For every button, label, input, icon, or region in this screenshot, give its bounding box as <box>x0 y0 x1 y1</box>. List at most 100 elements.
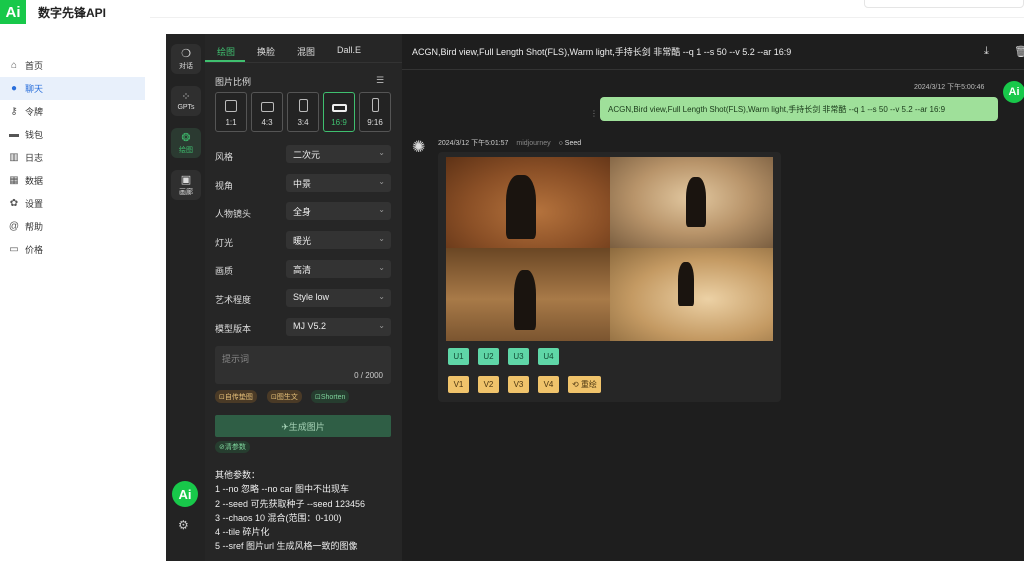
page-root: Ai 数字先锋API ⌂ 首页 ● 聊天 ⚷ 令牌 ▬ 钱包 ▥ 日志 ▦ 数据 ✿ 设置 @ 帮助 ▭ 价格 ❍… <box>0 0 1024 561</box>
u3-button[interactable]: U3 <box>508 348 529 365</box>
light-select[interactable]: 暖光 ⌄ <box>286 231 391 249</box>
chevron-down-icon: ⌄ <box>378 234 385 243</box>
ratio-4-3[interactable]: 4:3 <box>251 92 283 132</box>
help-line: 5 --sref 图片url 生成风格一致的图像 <box>215 541 358 552</box>
style-label: 风格 <box>215 152 234 162</box>
ratio-16-9[interactable]: 16:9 <box>323 92 355 132</box>
u2-button[interactable]: U2 <box>478 348 499 365</box>
prompt-placeholder: 提示词 <box>222 354 250 364</box>
clear-params-chip[interactable]: ⊘清参数 <box>215 441 250 453</box>
avatar[interactable]: Ai <box>172 481 198 507</box>
chevron-down-icon: ⌄ <box>378 263 385 272</box>
prompt-input[interactable]: 提示词 0 / 2000 <box>215 346 391 384</box>
generated-image-2[interactable] <box>610 157 773 248</box>
help-line: 3 --chaos 10 混合(范围：0-100) <box>215 512 342 523</box>
figure-shape <box>678 262 694 306</box>
chart-icon: ▥ <box>9 152 19 163</box>
ratio-shape-icon <box>298 99 308 112</box>
generated-image-3[interactable] <box>446 248 610 341</box>
sidebar-item-5[interactable]: ▦ 数据 <box>0 169 150 192</box>
figure-shape <box>506 175 536 239</box>
bot-message-meta: 2024/3/12 下午5:01:57 midjourney ○ Seed <box>438 138 581 148</box>
generate-image-button[interactable]: ✈生成图片 <box>215 415 391 437</box>
model-select[interactable]: MJ V5.2 ⌄ <box>286 318 391 336</box>
sidebar-item-1[interactable]: ● 聊天 <box>0 77 145 100</box>
rail-gpts-button[interactable]: ⁘ GPTs <box>171 86 201 116</box>
ratio-3-4[interactable]: 3:4 <box>287 92 319 132</box>
light-label: 灯光 <box>215 238 234 248</box>
chevron-down-icon: ⌄ <box>378 205 385 214</box>
shorten-chip[interactable]: ⊡Shorten <box>311 390 350 403</box>
u1-button[interactable]: U1 <box>448 348 469 365</box>
sidebar-item-0[interactable]: ⌂ 首页 <box>0 54 150 77</box>
app-area: ❍ 对话 ⁘ GPTs ❂ 绘图 ▣ 画廊 Ai ⚙ 绘图 换脸 混图 Dall… <box>166 34 1024 561</box>
ratio-shape-icon <box>260 102 274 112</box>
seed-circle-icon: ○ <box>558 140 563 147</box>
view-value: 中景 <box>293 179 312 189</box>
tab-blend[interactable]: 混图 <box>285 42 325 62</box>
brand-logo: Ai <box>0 0 26 24</box>
rail-gallery-label: 画廊 <box>179 188 193 196</box>
view-select[interactable]: 中景 ⌄ <box>286 174 391 192</box>
chat-area: ACGN,Bird view,Full Length Shot(FLS),War… <box>402 34 1024 561</box>
sidebar-item-3[interactable]: ▬ 钱包 <box>0 123 150 146</box>
rail-draw-button[interactable]: ❂ 绘图 <box>171 128 201 158</box>
tab-dalle[interactable]: Dall.E <box>325 42 371 62</box>
list-icon[interactable]: ☰ <box>376 75 384 86</box>
icon-rail: ❍ 对话 ⁘ GPTs ❂ 绘图 ▣ 画廊 Ai ⚙ <box>166 34 205 561</box>
image-grid <box>446 157 773 341</box>
ratio-label-16-9: 16:9 <box>331 118 347 127</box>
calendar-icon: ▦ <box>9 175 19 186</box>
sidebar-item-4[interactable]: ▥ 日志 <box>0 146 150 169</box>
ratio-shape-icon <box>225 100 237 112</box>
sidebar-item-label: 价格 <box>25 245 44 255</box>
upload-image-chip[interactable]: ⊡自传垫图 <box>215 390 257 403</box>
quality-label: 画质 <box>215 266 234 276</box>
v3-button[interactable]: V3 <box>508 376 529 393</box>
rail-chat-button[interactable]: ❍ 对话 <box>171 44 201 74</box>
shot-select[interactable]: 全身 ⌄ <box>286 202 391 220</box>
bot-message-time: 2024/3/12 下午5:01:57 <box>438 140 509 147</box>
tab-draw[interactable]: 绘图 <box>205 42 246 62</box>
ratio-1-1[interactable]: 1:1 <box>215 92 247 132</box>
brand-name: 数字先锋API <box>38 5 107 20</box>
settings-gear-icon[interactable]: ⚙ <box>178 518 189 532</box>
light-value: 暖光 <box>293 236 312 246</box>
sidebar-item-2[interactable]: ⚷ 令牌 <box>0 100 150 123</box>
sidebar-item-6[interactable]: ✿ 设置 <box>0 192 150 215</box>
sidebar-item-label: 聊天 <box>25 84 44 94</box>
image-to-text-chip[interactable]: ⊡图生文 <box>267 390 302 403</box>
help-line: 4 --tile 碎片化 <box>215 527 270 538</box>
key-icon: ⚷ <box>10 106 18 117</box>
style-select[interactable]: 二次元 ⌄ <box>286 145 391 163</box>
v2-button[interactable]: V2 <box>478 376 499 393</box>
quality-select[interactable]: 高清 ⌄ <box>286 260 391 278</box>
help-line: 1 --no 忽略 --no car 图中不出现车 <box>215 484 350 495</box>
grid-icon: ⁘ <box>181 91 191 103</box>
redraw-button[interactable]: ⟲ 重绘 <box>568 376 601 393</box>
sidebar-item-8[interactable]: ▭ 价格 <box>0 238 150 261</box>
seed-button[interactable]: ○ Seed <box>559 140 582 147</box>
chat-icon: ● <box>10 83 18 94</box>
bot-image-card: U1 U2 U3 U4 V1 V2 V3 V4 ⟲ 重绘 <box>438 152 781 402</box>
ratio-9-16[interactable]: 9:16 <box>359 92 391 132</box>
art-select[interactable]: Style low ⌄ <box>286 289 391 307</box>
generated-image-4[interactable] <box>610 248 773 341</box>
more-options-icon[interactable]: ⋮ <box>590 109 598 118</box>
v1-button[interactable]: V1 <box>448 376 469 393</box>
openai-logo-icon: ✺ <box>412 139 426 156</box>
v4-button[interactable]: V4 <box>538 376 559 393</box>
wallet-icon: ▬ <box>9 129 19 140</box>
top-right-control[interactable] <box>864 0 1024 8</box>
seed-label: Seed <box>564 140 582 147</box>
trash-icon[interactable]: 🗑 <box>1014 45 1024 58</box>
u4-button[interactable]: U4 <box>538 348 559 365</box>
quality-value: 高清 <box>293 265 312 275</box>
rail-gallery-button[interactable]: ▣ 画廊 <box>171 170 201 200</box>
sidebar-item-7[interactable]: @ 帮助 <box>0 215 150 238</box>
ratio-label: 图片比例 <box>215 77 252 87</box>
generated-image-1[interactable] <box>446 157 610 248</box>
tab-faceswap[interactable]: 换脸 <box>245 42 285 62</box>
ratio-shape-icon <box>331 104 347 112</box>
download-icon[interactable]: ⤓ <box>984 45 989 58</box>
